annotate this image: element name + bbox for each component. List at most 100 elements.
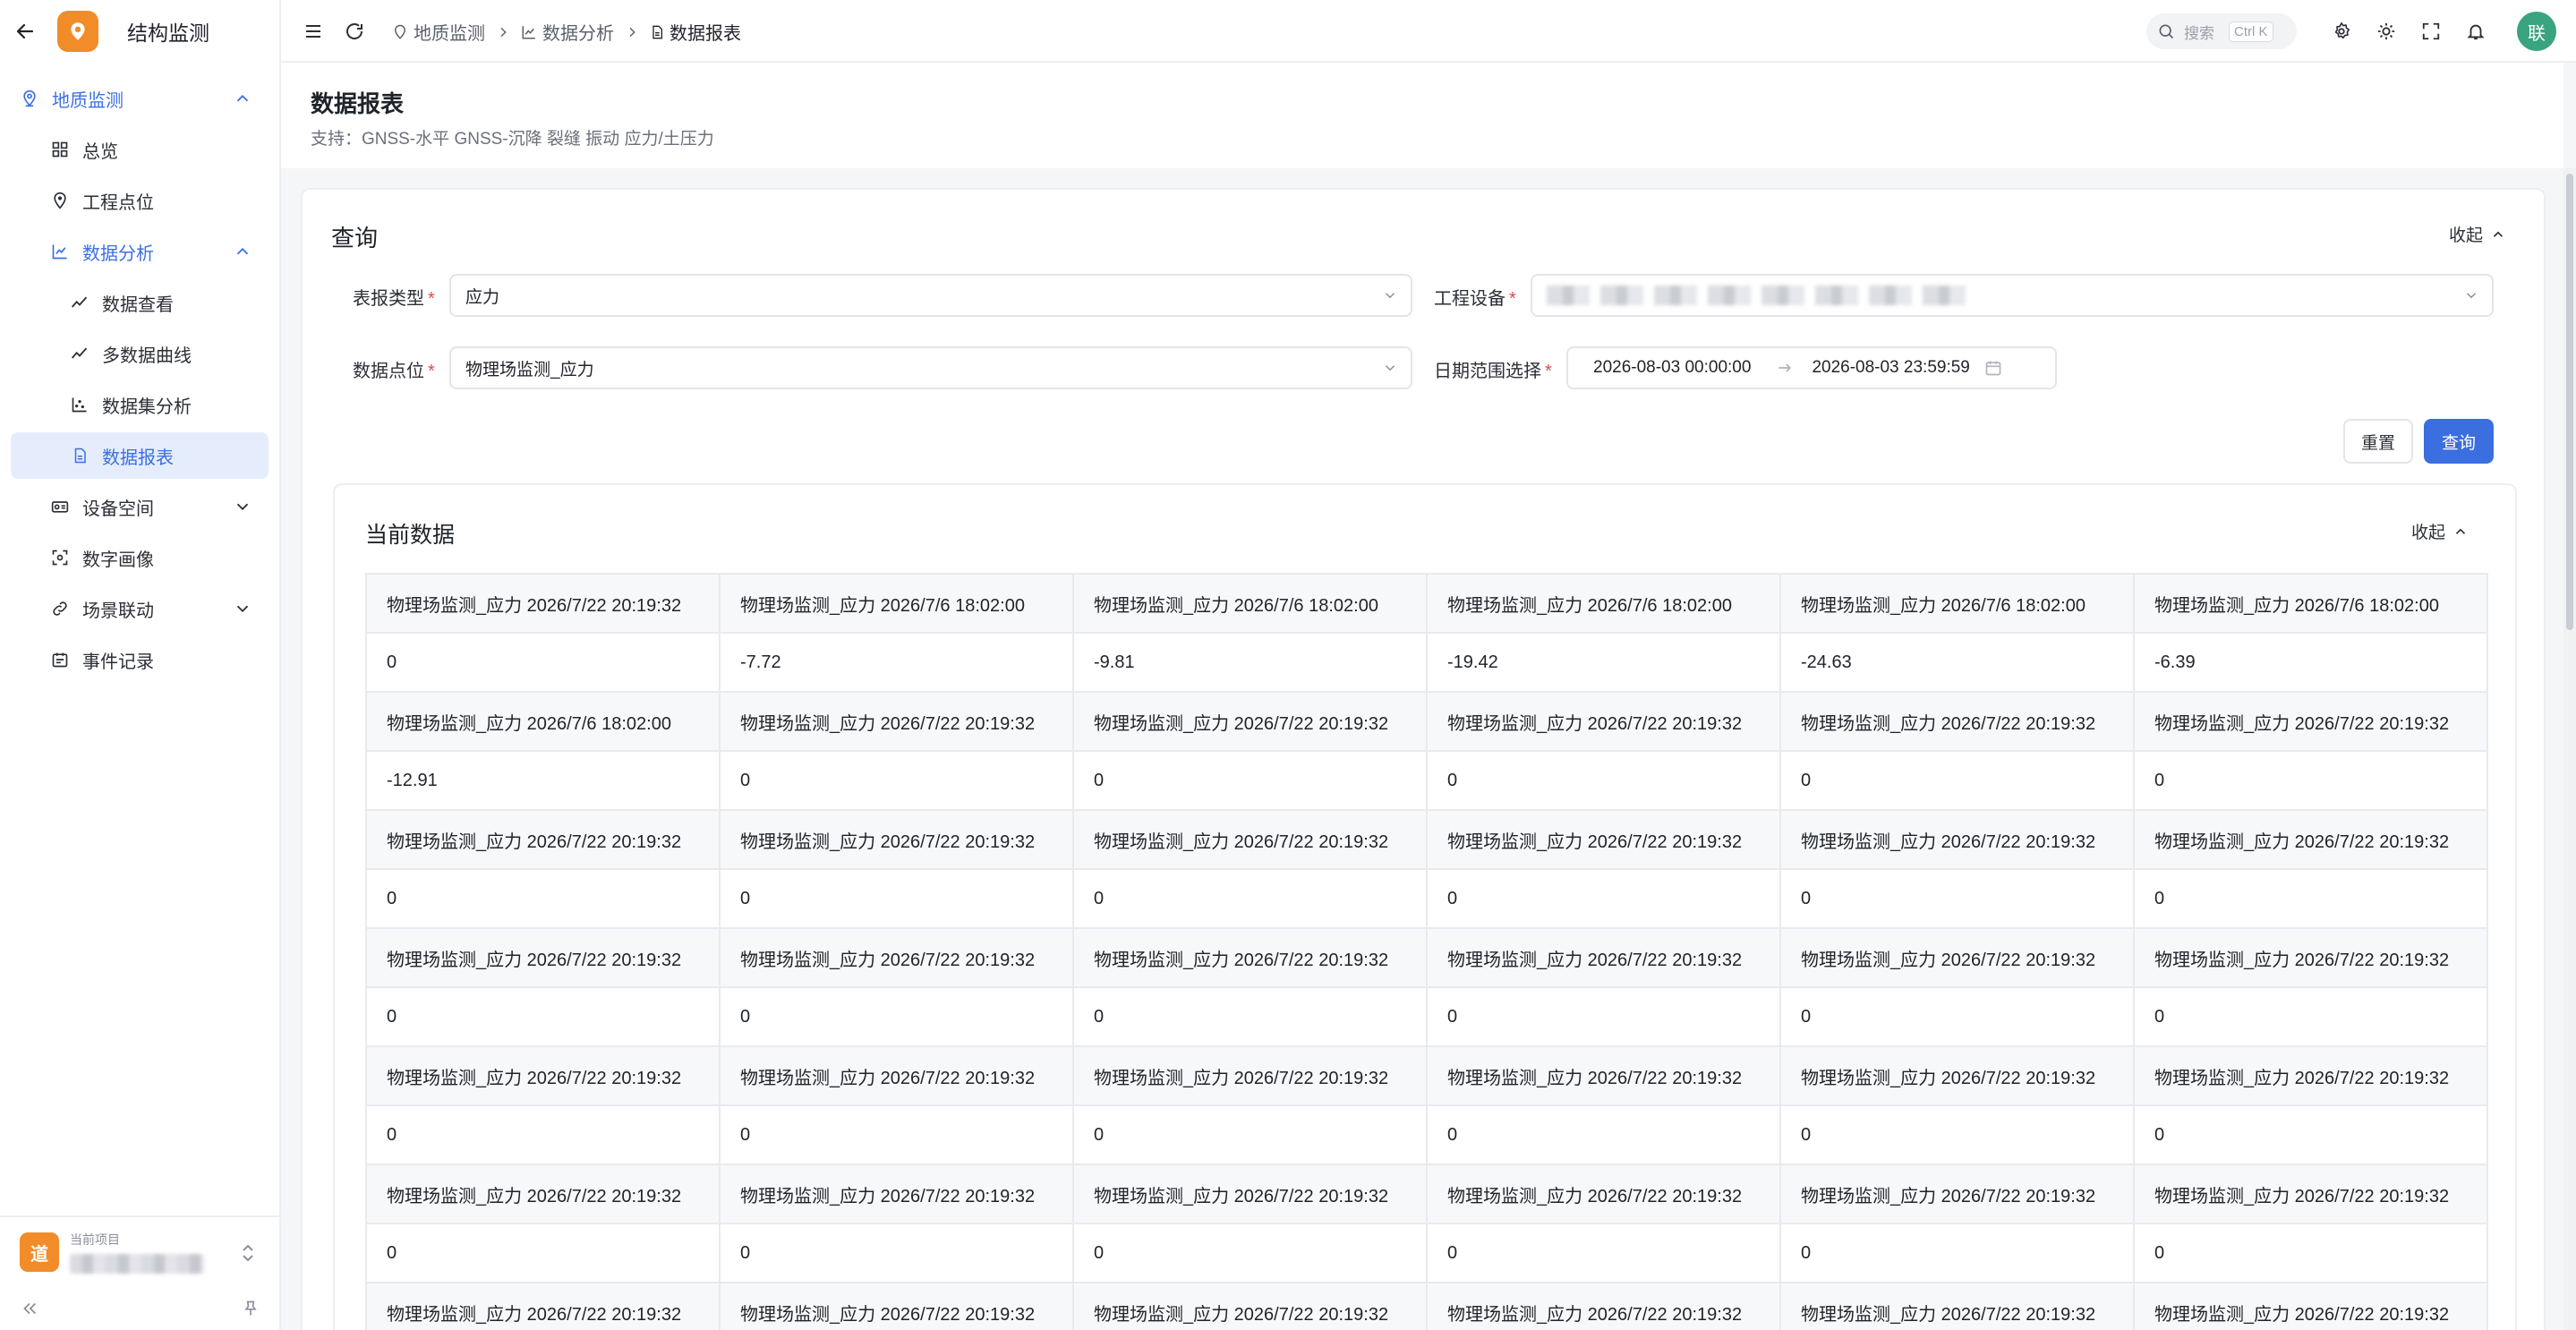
sidebar-item-dataset-analysis[interactable]: 数据集分析 xyxy=(11,381,269,428)
dashboard-grid-icon xyxy=(50,140,70,159)
sidebar-item-overview[interactable]: 总览 xyxy=(11,126,269,173)
sidebar-item-label: 数字画像 xyxy=(82,550,154,570)
table-cell: 物理场监测_应力 2026/7/22 20:19:32 xyxy=(1779,1045,2135,1106)
sidebar-item-label: 工程点位 xyxy=(82,192,154,213)
menu-toggle-icon[interactable] xyxy=(303,21,324,42)
date-range-picker[interactable]: 2026-08-03 00:00:00 2026-08-03 23:59:59 xyxy=(1566,346,2057,389)
chevron-right-icon xyxy=(625,25,639,39)
sidebar-item-scene-linkage[interactable]: 场景联动 xyxy=(11,585,269,632)
breadcrumb-item-geology[interactable]: 地质监测 xyxy=(392,19,485,45)
global-search[interactable]: 搜索 Ctrl K xyxy=(2146,13,2297,49)
chevron-down-icon xyxy=(236,605,249,613)
current-data-collapse-button[interactable]: 收起 xyxy=(2411,519,2469,543)
current-data-card: 当前数据 收起 物理场监测_应力 2026/7/22 20:19:32 物理场监测… xyxy=(333,483,2517,1330)
fullscreen-icon[interactable] xyxy=(2420,21,2442,42)
table-cell: -7.72 xyxy=(719,632,1074,693)
query-collapse-button[interactable]: 收起 xyxy=(2449,222,2506,246)
chevron-right-icon xyxy=(496,25,510,39)
table-cell: 0 xyxy=(1779,1223,2135,1283)
notification-bell-icon[interactable] xyxy=(2465,21,2486,42)
search-placeholder: 搜索 xyxy=(2184,24,2214,42)
breadcrumb-item-data-analysis[interactable]: 数据分析 xyxy=(521,19,614,45)
data-point-select[interactable]: 物理场监测_应力 xyxy=(449,346,1412,389)
sidebar-item-digital-portrait[interactable]: 数字画像 xyxy=(11,534,269,581)
date-end[interactable]: 2026-08-03 23:59:59 xyxy=(1812,358,1969,378)
table-cell: 0 xyxy=(719,868,1074,929)
sidebar-item-label: 地质监测 xyxy=(52,90,124,111)
breadcrumb-item-data-report: 数据报表 xyxy=(650,19,741,45)
table-cell: 0 xyxy=(719,750,1074,811)
table-cell: 物理场监测_应力 2026/7/22 20:19:32 xyxy=(365,809,721,870)
chevron-up-icon xyxy=(2493,231,2503,237)
sidebar-item-project-points[interactable]: 工程点位 xyxy=(11,177,269,224)
table-row: 物理场监测_应力 2026/7/22 20:19:32 物理场监测_应力 2026… xyxy=(365,1045,2488,1106)
sidebar-item-label: 多数据曲线 xyxy=(102,345,192,366)
table-cell: 物理场监测_应力 2026/7/6 18:02:00 xyxy=(719,573,1074,634)
table-cell: 物理场监测_应力 2026/7/22 20:19:32 xyxy=(1426,809,1781,870)
page-scrollbar[interactable] xyxy=(2563,168,2576,1330)
sidebar-item-data-analysis[interactable]: 数据分析 xyxy=(11,228,269,275)
sidebar-item-label: 场景联动 xyxy=(82,601,154,621)
device-select[interactable] xyxy=(1531,274,2494,317)
sidebar-item-label: 数据分析 xyxy=(82,243,154,264)
arrow-right-icon xyxy=(1778,363,1792,372)
theme-sun-icon[interactable] xyxy=(2376,21,2397,42)
location-pin-icon xyxy=(20,89,39,108)
back-arrow-icon[interactable] xyxy=(13,19,38,44)
table-cell: 0 xyxy=(1072,986,1428,1047)
sidebar-item-device-space[interactable]: 设备空间 xyxy=(11,483,269,530)
scrollbar-thumb[interactable] xyxy=(2566,174,2573,630)
table-cell: 0 xyxy=(1072,750,1428,811)
table-cell: 0 xyxy=(2133,868,2488,929)
project-label: 当前项目 xyxy=(70,1232,120,1247)
table-cell: 0 xyxy=(2133,1104,2488,1165)
table-cell: -6.39 xyxy=(2133,632,2488,693)
table-cell: 物理场监测_应力 2026/7/22 20:19:32 xyxy=(1072,1282,1428,1330)
reset-button[interactable]: 重置 xyxy=(2343,419,2413,464)
table-row: 000000 xyxy=(365,1223,2488,1283)
sidebar-item-geology[interactable]: 地质监测 xyxy=(11,75,269,122)
user-avatar[interactable]: 联 xyxy=(2517,12,2556,51)
device-icon xyxy=(50,497,70,516)
table-cell: 物理场监测_应力 2026/7/22 20:19:32 xyxy=(719,691,1074,752)
pin-icon[interactable] xyxy=(242,1299,260,1318)
current-data-title: 当前数据 xyxy=(365,523,456,548)
table-cell: 0 xyxy=(365,868,721,929)
chevron-down-icon xyxy=(2466,293,2477,299)
table-cell: 物理场监测_应力 2026/7/22 20:19:32 xyxy=(719,809,1074,870)
device-value-redacted xyxy=(1547,286,1976,305)
refresh-icon[interactable] xyxy=(344,21,365,42)
sidebar-item-label: 数据查看 xyxy=(102,294,174,315)
sidebar-item-label: 事件记录 xyxy=(82,652,154,672)
table-cell: 物理场监测_应力 2026/7/22 20:19:32 xyxy=(2133,1282,2488,1330)
table-cell: 0 xyxy=(365,1104,721,1165)
report-type-select[interactable]: 应力 xyxy=(449,274,1412,317)
project-switcher[interactable]: 道 当前项目 xyxy=(0,1215,279,1287)
table-cell: 0 xyxy=(1072,1104,1428,1165)
sidebar-item-event-log[interactable]: 事件记录 xyxy=(11,636,269,683)
table-cell: 物理场监测_应力 2026/7/22 20:19:32 xyxy=(1426,927,1781,988)
search-shortcut: Ctrl K xyxy=(2229,21,2273,42)
sidebar-item-data-view[interactable]: 数据查看 xyxy=(11,279,269,326)
table-cell: 物理场监测_应力 2026/7/22 20:19:32 xyxy=(1072,927,1428,988)
date-start[interactable]: 2026-08-03 00:00:00 xyxy=(1593,358,1751,378)
sidebar-item-data-report[interactable]: 数据报表 xyxy=(11,432,269,479)
sidebar-menu: 地质监测 总览 工程点位 数据分析 数据查看 多数据曲线 数据集分析 数据报表 … xyxy=(0,75,279,683)
table-cell: 0 xyxy=(719,1223,1074,1283)
table-cell: 物理场监测_应力 2026/7/6 18:02:00 xyxy=(1072,573,1428,634)
settings-gear-icon[interactable] xyxy=(2331,21,2352,42)
search-button[interactable]: 查询 xyxy=(2424,419,2494,464)
table-cell: 0 xyxy=(1779,750,2135,811)
collapse-sidebar-icon[interactable] xyxy=(20,1299,39,1318)
table-cell: 0 xyxy=(365,986,721,1047)
chevron-up-icon xyxy=(236,247,249,255)
table-cell: 物理场监测_应力 2026/7/22 20:19:32 xyxy=(2133,809,2488,870)
table-cell: 物理场监测_应力 2026/7/6 18:02:00 xyxy=(1779,573,2135,634)
app-logo xyxy=(57,11,98,52)
report-type-label: 表报类型 * xyxy=(353,289,435,309)
sidebar-item-multi-curve[interactable]: 多数据曲线 xyxy=(11,330,269,377)
table-cell: 0 xyxy=(1426,750,1781,811)
table-cell: 0 xyxy=(1426,868,1781,929)
table-cell: 物理场监测_应力 2026/7/22 20:19:32 xyxy=(1072,691,1428,752)
table-cell: -12.91 xyxy=(365,750,721,811)
